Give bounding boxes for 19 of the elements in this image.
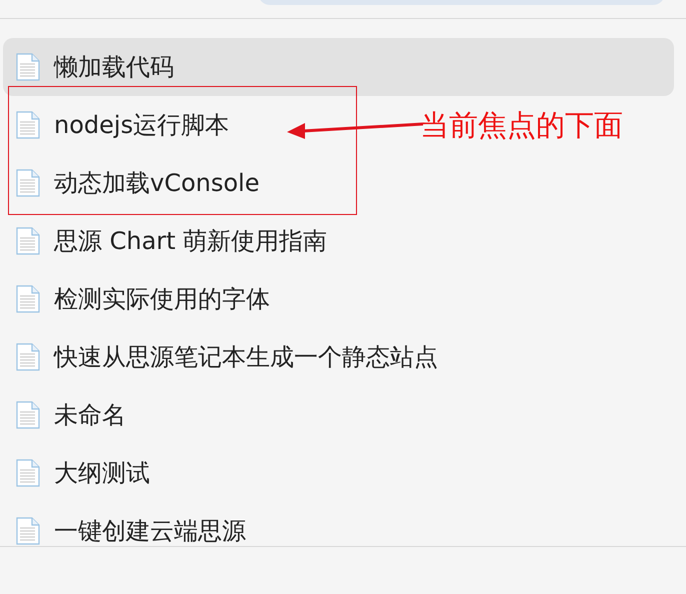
- document-item[interactable]: 快速从思源笔记本生成一个静态站点: [3, 328, 448, 386]
- document-item[interactable]: 思源 Chart 萌新使用指南: [3, 212, 338, 270]
- document-icon: [16, 459, 40, 487]
- document-icon: [16, 517, 40, 545]
- document-icon: [16, 227, 40, 255]
- document-item[interactable]: 检测实际使用的字体: [3, 270, 280, 328]
- annotation-text: 当前焦点的下面: [420, 107, 623, 144]
- document-item[interactable]: 大纲测试: [3, 444, 160, 502]
- document-icon: [16, 111, 40, 139]
- document-item[interactable]: 懒加载代码: [3, 38, 674, 96]
- document-icon: [16, 401, 40, 429]
- document-item[interactable]: nodejs运行脚本: [3, 96, 240, 154]
- document-icon: [16, 169, 40, 197]
- document-icon: [16, 343, 40, 371]
- document-item[interactable]: 一键创建云端思源: [3, 502, 256, 546]
- document-item[interactable]: 未命名: [3, 386, 136, 444]
- document-icon: [16, 285, 40, 313]
- document-icon: [16, 53, 40, 81]
- document-item[interactable]: 动态加载vConsole: [3, 154, 270, 212]
